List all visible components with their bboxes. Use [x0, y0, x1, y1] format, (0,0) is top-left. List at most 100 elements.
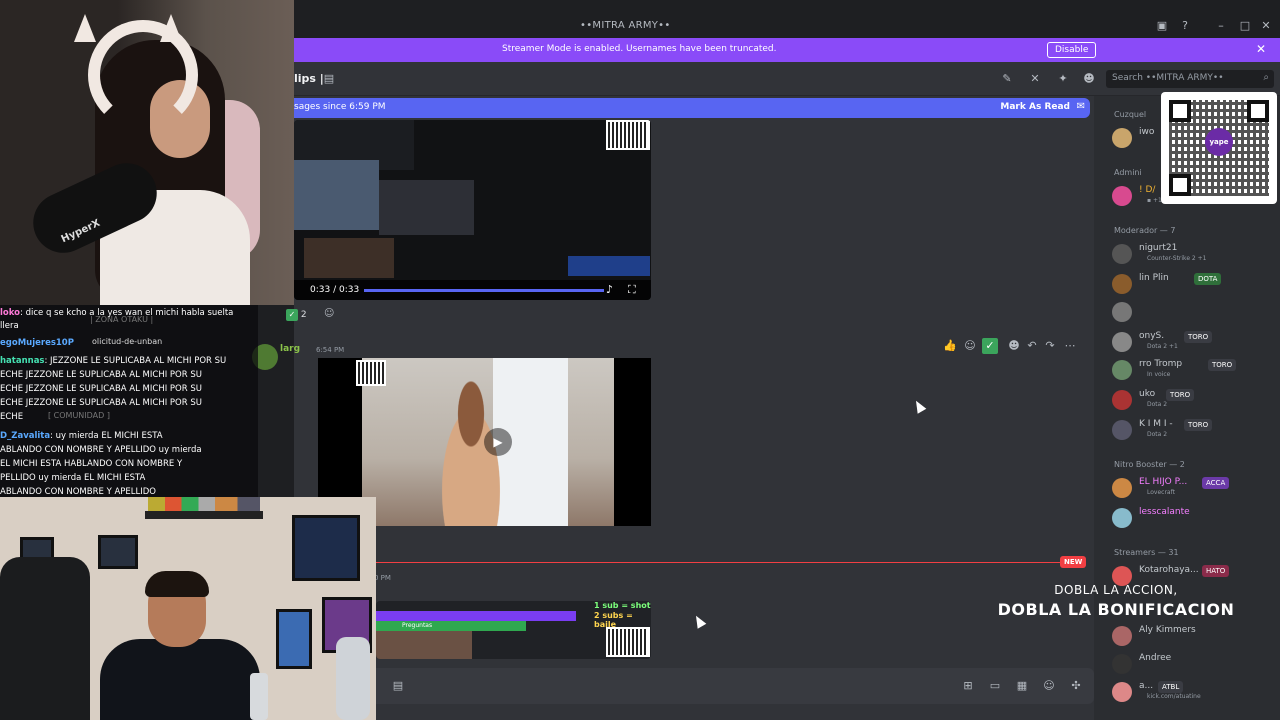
member-tag: ACCA	[1202, 477, 1230, 489]
video-progress-bar[interactable]	[364, 289, 604, 292]
chat-line: ECHE JEZZONE LE SUPLICABA AL MICHI POR S…	[0, 369, 202, 382]
member-item[interactable]: rro Tromp TORO In voice	[1112, 358, 1280, 384]
checkmark-emoji-icon: ✓	[286, 309, 298, 321]
member-item[interactable]: K I M I - TORO Dota 2	[1112, 418, 1280, 444]
member-status: In voice	[1147, 371, 1171, 378]
member-name: ! D/	[1139, 185, 1156, 195]
video-time: 0:33 / 0:33	[310, 285, 360, 295]
composer-app-icon[interactable]: ▤	[390, 678, 406, 694]
member-item[interactable]	[1112, 300, 1280, 326]
check-emoji-icon[interactable]: ✓	[982, 338, 998, 354]
qr-corner	[1247, 100, 1269, 122]
pinned-messages-icon[interactable]: ✦	[1056, 72, 1070, 86]
member-item[interactable]: uko TORO Dota 2	[1112, 388, 1280, 414]
member-item[interactable]: Aly Kimmers	[1112, 624, 1280, 650]
chat-user: D_Zavalita	[0, 431, 51, 441]
volume-icon[interactable]: ♪	[606, 283, 613, 296]
apps-icon[interactable]: ✣	[1068, 678, 1084, 694]
add-reaction-toolbar-icon[interactable]: ☻	[1006, 338, 1022, 354]
search-input[interactable]: Search ••MITRA ARMY•• ⌕	[1106, 70, 1274, 88]
fullscreen-icon[interactable]: ⛶	[628, 283, 636, 297]
member-item[interactable]: nigurt21 Counter-Strike 2 +1	[1112, 242, 1280, 268]
chat-ghost-unban: olicitud-de-unban	[92, 337, 163, 346]
member-item[interactable]: Andree	[1112, 652, 1280, 678]
member-item[interactable]: onyS. TORO Dota 2 +1	[1112, 330, 1280, 356]
chat-user: loko	[0, 308, 21, 318]
chat-text: : dice q se kcho a la yes wan el michi h…	[20, 308, 234, 318]
chat-line: ECHE	[0, 411, 23, 424]
close-banner-icon[interactable]: ✕	[1256, 42, 1266, 56]
minimize-icon[interactable]: –	[1214, 19, 1228, 33]
help-icon[interactable]: ?	[1178, 19, 1192, 33]
play-icon[interactable]: ▶	[484, 428, 512, 456]
gift-icon[interactable]: ⊞	[960, 678, 976, 694]
cam-hair	[145, 571, 209, 597]
chat-line: loko: dice q se kcho a la yes wan el mic…	[0, 307, 233, 320]
sticker-icon[interactable]: ▦	[1014, 678, 1030, 694]
maximize-icon[interactable]: □	[1238, 19, 1252, 33]
message-timestamp: 6:54 PM	[316, 346, 345, 354]
promo-line-1: DOBLA LA ACCION,	[1054, 583, 1178, 597]
member-item[interactable]: lesscalante	[1112, 506, 1280, 532]
member-item[interactable]: a... ATBL kick.com/atuatine	[1112, 680, 1280, 706]
chat-line: hatannas: JEZZONE LE SUPLICABA AL MICHI …	[0, 355, 226, 368]
reaction-checkmark[interactable]: ✓ 2	[280, 306, 313, 324]
chat-text: ABLANDO CON NOMBRE Y APELLIDO	[0, 487, 156, 497]
mark-as-read-button[interactable]: Mark As Read	[1000, 102, 1070, 112]
member-item[interactable]: lin Plin DOTA	[1112, 272, 1280, 298]
video-embed-1[interactable]: 0:33 / 0:33 ♪ ⛶	[294, 120, 651, 300]
forward-icon[interactable]: ↷	[1042, 338, 1058, 354]
thread-icon[interactable]: ▤	[322, 72, 336, 86]
chat-line: PELLIDO uy mierda EL MICHI ESTA	[0, 472, 145, 485]
close-icon[interactable]: ✕	[1259, 19, 1273, 33]
channel-header: lips | ▤ ✎ ✕ ✦ ☻ Search ••MITRA ARMY•• ⌕	[294, 62, 1280, 96]
member-name: Aly Kimmers	[1139, 625, 1196, 635]
embed3-purple-bar	[376, 611, 576, 621]
member-name: onyS.	[1139, 331, 1165, 341]
embed-cam-thumb	[294, 160, 379, 230]
message-composer[interactable]: ▤ ⊞ ▭ ▦ ☺ ✣	[294, 668, 1094, 704]
chat-ghost-comunidad: [ COMUNIDAD ]	[48, 411, 110, 420]
video-progress-fill	[364, 289, 604, 292]
laugh-icon[interactable]: ☺	[962, 338, 978, 354]
member-avatar	[1112, 244, 1132, 264]
pin-icon[interactable]: ✎	[1000, 72, 1014, 86]
mute-icon[interactable]: ✕	[1028, 72, 1042, 86]
embed3-cam	[376, 631, 472, 659]
gif-icon[interactable]: ▭	[987, 678, 1003, 694]
video-embed-3[interactable]: Preguntas 1 sub = shot 2 subs = baile	[376, 601, 651, 659]
embed3-overlay-line1: 1 sub = shot	[594, 601, 651, 610]
chat-text: PELLIDO uy mierda EL MICHI ESTA	[0, 473, 146, 483]
message-area: sages since 6:59 PM Mark As Read ✉ 0:33 …	[252, 96, 1094, 720]
chat-line: llera	[0, 320, 19, 333]
member-avatar	[1112, 626, 1132, 646]
disable-streamer-mode-button[interactable]: Disable	[1047, 42, 1097, 58]
drink-can	[250, 673, 268, 720]
emoji-icon[interactable]: ☺	[1041, 678, 1057, 694]
chat-user: hatannas	[0, 356, 45, 366]
video-controls: 0:33 / 0:33 ♪ ⛶	[294, 280, 651, 300]
new-messages-text: sages since 6:59 PM	[294, 102, 386, 112]
add-reaction-icon[interactable]: ☺	[324, 308, 334, 319]
embed-logo-thumb	[568, 256, 650, 276]
new-messages-bar[interactable]: sages since 6:59 PM Mark As Read ✉	[294, 98, 1090, 118]
inbox-icon[interactable]: ▣	[1155, 19, 1169, 33]
member-name: nigurt21	[1139, 243, 1178, 253]
chat-line: ABLANDO CON NOMBRE Y APELLIDO	[0, 486, 156, 497]
qr-corner	[1169, 174, 1191, 196]
member-item[interactable]: EL HIJO P... ACCA Lovecraft	[1112, 476, 1280, 502]
message-author[interactable]: larg	[280, 344, 300, 354]
thumbs-up-icon[interactable]: 👍	[942, 338, 958, 354]
chat-text: ECHE	[0, 412, 24, 422]
chat-text: ABLANDO CON NOMBRE Y APELLIDO uy mierda	[0, 445, 202, 455]
reply-icon[interactable]: ↶	[1024, 338, 1040, 354]
member-avatar	[1112, 186, 1132, 206]
member-name: a...	[1139, 681, 1154, 691]
more-options-icon[interactable]: ⋯	[1062, 338, 1078, 354]
chat-text: : uy mierda EL MICHI ESTA	[50, 431, 163, 441]
member-list-icon[interactable]: ☻	[1082, 72, 1096, 86]
screen: ••MITRA ARMY•• ▣ ? – □ ✕ Streamer Mode i…	[0, 0, 1280, 720]
member-status: Counter-Strike 2 +1	[1147, 255, 1207, 262]
member-avatar	[1112, 420, 1132, 440]
promo-line-2: DOBLA LA BONIFICACION	[997, 600, 1235, 619]
